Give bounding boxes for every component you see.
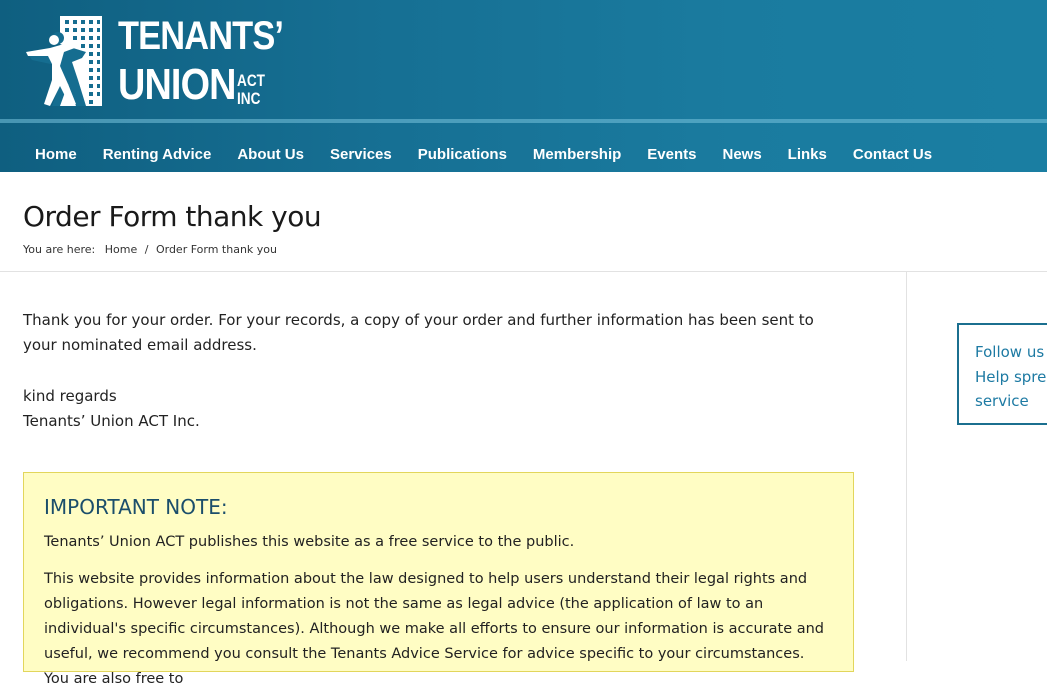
nav-item-publications[interactable]: Publications: [405, 138, 520, 172]
main-content: Thank you for your order. For your recor…: [23, 308, 843, 433]
brand-union: UNION: [118, 60, 236, 109]
signature-text: Tenants’ Union ACT Inc.: [23, 411, 200, 430]
brand-act: ACT: [237, 71, 265, 90]
breadcrumb-home-link[interactable]: Home: [105, 243, 137, 256]
nav-item-news[interactable]: News: [709, 138, 774, 172]
nav-item-events[interactable]: Events: [634, 138, 709, 172]
nav-item-services[interactable]: Services: [317, 138, 405, 172]
header-banner: TENANTS’ UNION ACT INC: [0, 0, 1047, 119]
nav-item-home[interactable]: Home: [22, 138, 90, 172]
note-paragraph-1: Tenants’ Union ACT publishes this websit…: [44, 534, 575, 550]
nav-item-membership[interactable]: Membership: [520, 138, 634, 172]
column-divider: [906, 272, 907, 661]
main-nav: Home Renting Advice About Us Services Pu…: [22, 138, 945, 172]
header-separator: [0, 119, 1047, 123]
nav-item-renting-advice[interactable]: Renting Advice: [90, 138, 225, 172]
note-title: IMPORTANT NOTE:: [44, 495, 228, 519]
nav-item-contact-us[interactable]: Contact Us: [840, 138, 945, 172]
regards-text: kind regards: [23, 387, 117, 405]
nav-item-about-us[interactable]: About Us: [224, 138, 317, 172]
brand-inc: INC: [237, 89, 261, 108]
widget-line-2: Help sprea: [975, 367, 1047, 386]
thank-you-text: Thank you for your order. For your recor…: [23, 311, 814, 354]
widget-line-1: Follow us o: [975, 343, 1047, 361]
site-header: TENANTS’ UNION ACT INC Home Renting Advi…: [0, 0, 1047, 172]
breadcrumb-prefix: You are here:: [23, 243, 96, 256]
follow-us-widget[interactable]: Follow us o Help sprea service: [957, 323, 1047, 425]
breadcrumb: You are here: Home / Order Form thank yo…: [23, 243, 277, 256]
note-paragraph-2: This website provides information about …: [44, 571, 824, 687]
breadcrumb-separator: /: [144, 243, 149, 256]
page-title: Order Form thank you: [23, 200, 322, 233]
brand-tenants: TENANTS’: [118, 14, 284, 58]
breadcrumb-current: Order Form thank you: [155, 243, 277, 256]
person-building-icon: [26, 16, 102, 106]
widget-line-3: service: [975, 392, 1029, 410]
title-divider: [0, 271, 1047, 272]
important-note-box: IMPORTANT NOTE: Tenants’ Union ACT publi…: [23, 472, 854, 687]
site-logo[interactable]: TENANTS’ UNION ACT INC: [24, 14, 284, 110]
nav-item-links[interactable]: Links: [775, 138, 840, 172]
